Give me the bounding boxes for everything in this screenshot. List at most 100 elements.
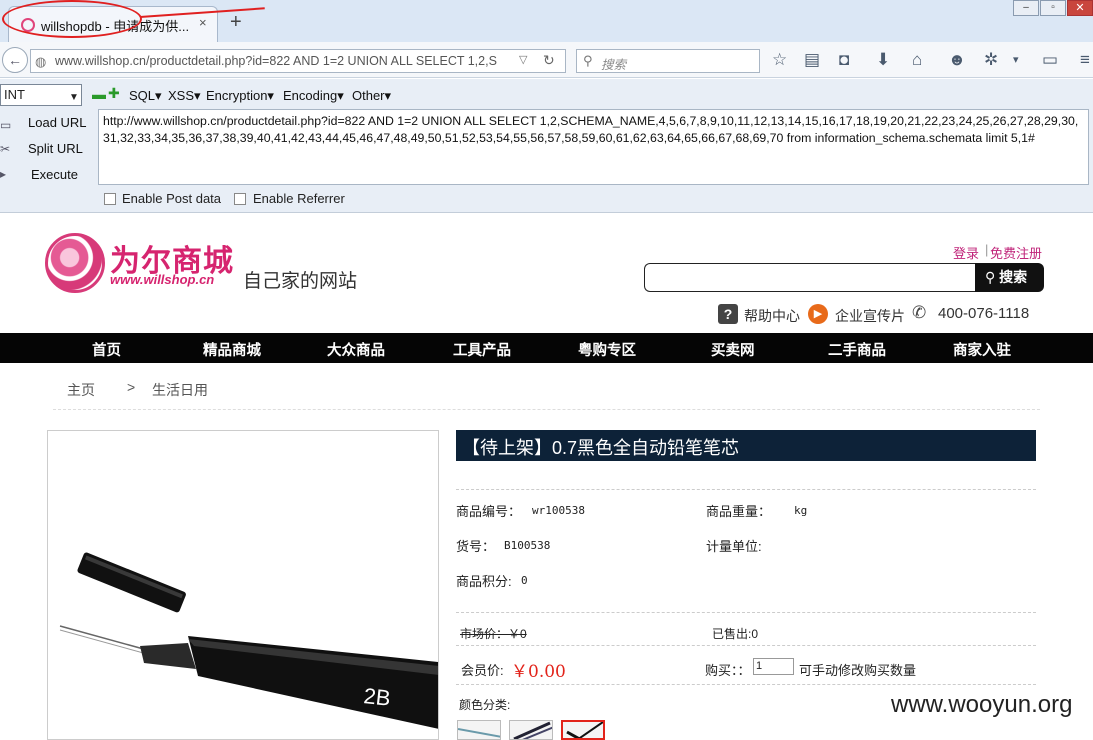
nav-yuegou[interactable]: 粤购专区 bbox=[578, 339, 636, 360]
sold-count: 已售出:0 bbox=[712, 627, 759, 641]
unit-label: 计量单位: bbox=[706, 539, 762, 554]
menu-encryption[interactable]: Encryption▾ bbox=[206, 88, 274, 104]
type-select[interactable]: INT ▼ bbox=[0, 84, 82, 106]
register-link[interactable]: 免费注册 bbox=[990, 243, 1042, 262]
nav-secondhand[interactable]: 二手商品 bbox=[828, 339, 886, 360]
sku-value: B100538 bbox=[504, 539, 551, 552]
product-title-bar: 【待上架】0.7黑色全自动铅笔笔芯 bbox=[456, 430, 1036, 461]
nav-popular[interactable]: 大众商品 bbox=[327, 339, 385, 360]
url-input[interactable]: www.willshop.cn/productdetail.php?id=822… bbox=[55, 54, 525, 68]
load-url-button[interactable]: Load URL bbox=[28, 115, 87, 130]
link-separator: | bbox=[985, 242, 989, 257]
bookmark-star-icon[interactable]: ☆ bbox=[772, 51, 787, 69]
sku-label: 货号： bbox=[456, 539, 496, 554]
site-slogan: 自己家的网站 bbox=[243, 271, 358, 292]
product-weight-label: 商品重量： bbox=[706, 504, 772, 519]
globe-icon: ◍ bbox=[35, 54, 47, 69]
enable-post-checkbox[interactable] bbox=[104, 193, 116, 205]
nav-trade[interactable]: 买卖网 bbox=[711, 339, 755, 360]
buy-label: 购买：： bbox=[705, 663, 751, 678]
browser-search-box[interactable]: ⚲ 搜索 bbox=[576, 49, 760, 73]
site-search-input[interactable] bbox=[644, 263, 976, 292]
promo-video-link[interactable]: 企业宣传片 bbox=[835, 306, 905, 326]
maximize-button[interactable]: ▫ bbox=[1040, 0, 1066, 16]
menu-other[interactable]: Other▾ bbox=[352, 88, 391, 104]
product-code-label: 商品编号： bbox=[456, 504, 522, 519]
color-swatch[interactable] bbox=[509, 720, 553, 740]
enable-referrer-checkbox[interactable] bbox=[234, 193, 246, 205]
close-tab-icon[interactable]: × bbox=[199, 15, 207, 30]
increase-icon[interactable]: ✚ bbox=[108, 86, 120, 100]
url-bar[interactable]: ◍ www.willshop.cn/productdetail.php?id=8… bbox=[30, 49, 566, 73]
execute-icon: ▸ bbox=[0, 167, 7, 181]
nav-boutique[interactable]: 精品商城 bbox=[203, 339, 261, 360]
site-logo-icon[interactable] bbox=[45, 233, 105, 293]
navigation-toolbar: ← ◍ www.willshop.cn/productdetail.php?id… bbox=[0, 42, 1093, 78]
reload-icon[interactable]: ↻ bbox=[543, 52, 555, 69]
load-url-icon: ▭ bbox=[0, 118, 12, 132]
execute-button[interactable]: Execute bbox=[31, 167, 78, 182]
divider bbox=[456, 684, 1036, 685]
dropdown-chevron-icon[interactable]: ▾ bbox=[1013, 51, 1019, 69]
decrease-icon[interactable]: ▬ bbox=[92, 87, 106, 101]
chat-icon[interactable]: ☻ bbox=[948, 51, 966, 69]
minimize-button[interactable]: – bbox=[1013, 0, 1039, 16]
menu-icon[interactable]: ≡ bbox=[1080, 51, 1090, 69]
main-navigation: 首页 精品商城 大众商品 工具产品 粤购专区 买卖网 二手商品 商家入驻 bbox=[0, 333, 1093, 363]
product-image[interactable]: 2B bbox=[47, 430, 439, 740]
payload-textarea[interactable]: http://www.willshop.cn/productdetail.php… bbox=[98, 109, 1089, 185]
pocket-icon[interactable]: ◘ bbox=[839, 51, 849, 69]
firebug-icon[interactable]: ✲ bbox=[984, 51, 998, 69]
points-value: 0 bbox=[521, 574, 528, 587]
play-icon[interactable]: ▶ bbox=[808, 304, 828, 324]
menu-xss[interactable]: XSS▾ bbox=[168, 88, 201, 104]
notes-icon[interactable]: ▭ bbox=[1042, 51, 1058, 69]
pencil-marking: 2B bbox=[362, 683, 391, 711]
menu-encoding[interactable]: Encoding▾ bbox=[283, 88, 344, 104]
swatch-image bbox=[513, 721, 552, 739]
split-url-icon: ✂ bbox=[0, 142, 11, 156]
back-arrow-icon[interactable]: ← bbox=[2, 47, 28, 73]
split-url-button[interactable]: Split URL bbox=[28, 141, 83, 156]
member-price: ￥0.00 bbox=[511, 662, 566, 682]
nav-merchant[interactable]: 商家入驻 bbox=[953, 339, 1011, 360]
breadcrumb-home[interactable]: 主页 bbox=[67, 380, 95, 400]
login-link[interactable]: 登录 bbox=[953, 243, 979, 262]
help-icon[interactable]: ? bbox=[718, 304, 738, 324]
color-swatch[interactable] bbox=[457, 720, 501, 740]
color-swatch-selected[interactable] bbox=[561, 720, 605, 740]
window-close-button[interactable]: ✕ bbox=[1067, 0, 1093, 16]
search-button-label: 搜索 bbox=[999, 269, 1028, 285]
nav-tools[interactable]: 工具产品 bbox=[453, 339, 511, 360]
color-options-label: 颜色分类: bbox=[459, 698, 511, 712]
swatch-image bbox=[566, 722, 603, 738]
product-code-value: wr100538 bbox=[532, 504, 585, 517]
member-price-label: 会员价: bbox=[461, 663, 504, 678]
reading-list-icon[interactable]: ▤ bbox=[804, 51, 820, 69]
product-title: 【待上架】0.7黑色全自动铅笔笔芯 bbox=[462, 438, 740, 458]
enable-referrer-label: Enable Referrer bbox=[253, 191, 345, 206]
divider bbox=[53, 409, 1040, 410]
quantity-hint: 可手动修改购买数量 bbox=[799, 663, 917, 678]
divider bbox=[456, 612, 1036, 613]
divider bbox=[456, 489, 1036, 490]
hackbar-panel: INT ▼ ▬ ✚ SQL▾ XSS▾ Encryption▾ Encoding… bbox=[0, 79, 1093, 213]
market-price: 市场价：￥0 bbox=[460, 627, 527, 641]
download-icon[interactable]: ⬇ bbox=[876, 51, 890, 69]
site-search-button[interactable]: ⚲ 搜索 bbox=[975, 263, 1044, 292]
phone-number: 400-076-1118 bbox=[938, 305, 1030, 322]
enable-post-label: Enable Post data bbox=[122, 191, 222, 206]
nav-home[interactable]: 首页 bbox=[92, 339, 121, 360]
home-icon[interactable]: ⌂ bbox=[912, 51, 922, 69]
quantity-input[interactable]: 1 bbox=[753, 658, 794, 675]
menu-sql[interactable]: SQL▾ bbox=[129, 88, 162, 104]
breadcrumb-separator: > bbox=[127, 379, 136, 395]
url-dropdown-icon[interactable]: ▽ bbox=[519, 53, 527, 66]
breadcrumb-category[interactable]: 生活日用 bbox=[152, 380, 208, 400]
search-icon: ⚲ bbox=[583, 53, 593, 68]
product-weight-value: kg bbox=[794, 504, 808, 517]
new-tab-button[interactable]: + bbox=[230, 12, 242, 32]
pencil-lead-image: 2B bbox=[59, 552, 438, 729]
points-label: 商品积分: bbox=[456, 574, 512, 589]
help-center-link[interactable]: 帮助中心 bbox=[744, 306, 800, 326]
